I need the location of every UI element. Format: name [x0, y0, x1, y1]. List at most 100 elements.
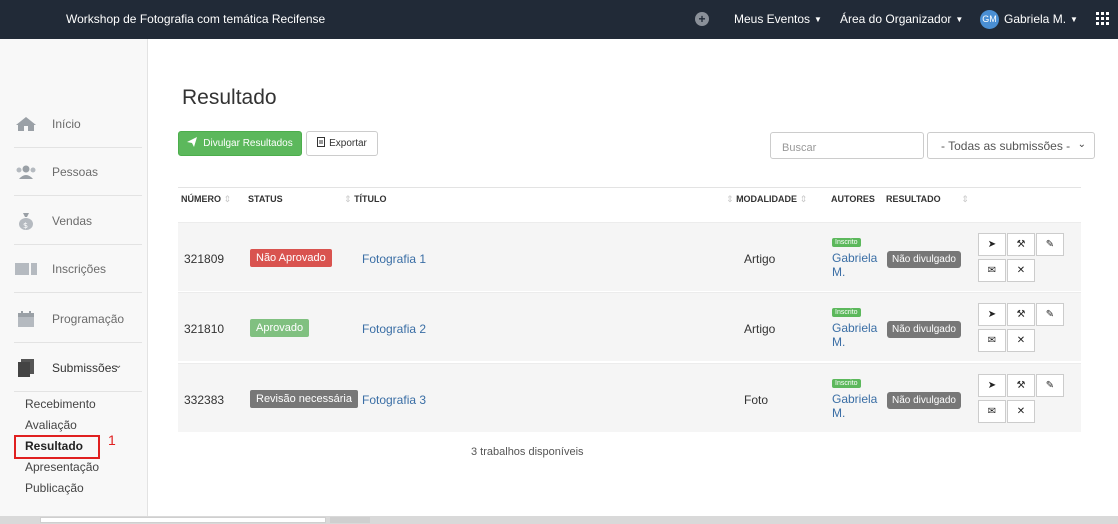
- caret-down-icon: ▼: [814, 15, 822, 24]
- col-numero-label: NÚMERO: [181, 194, 221, 204]
- sidebar-item-vendas[interactable]: $ Vendas: [14, 197, 142, 245]
- author-last: M.: [832, 265, 846, 279]
- gavel-icon[interactable]: ⚒: [1007, 303, 1035, 326]
- submenu-item-apresentacao[interactable]: Apresentação: [25, 457, 99, 478]
- table-top-border: [178, 187, 1081, 188]
- sidebar-item-submissoes[interactable]: Submissões ⌄: [14, 344, 142, 392]
- col-modalidade[interactable]: ⇕ MODALIDADE ⇕: [726, 194, 807, 205]
- add-icon[interactable]: +: [695, 12, 709, 26]
- envelope-icon[interactable]: ✉: [978, 400, 1006, 423]
- sort-icon: ⇕: [344, 194, 352, 204]
- area-organizador-label: Área do Organizador: [840, 12, 952, 26]
- close-icon[interactable]: ✕: [1007, 259, 1035, 282]
- col-numero[interactable]: NÚMERO ⇕: [181, 194, 231, 205]
- calendar-icon: [14, 310, 38, 328]
- row-title-link[interactable]: Fotografia 3: [362, 393, 426, 407]
- divulgar-resultados-button[interactable]: Divulgar Resultados: [178, 131, 302, 156]
- meus-eventos-label: Meus Eventos: [734, 12, 811, 26]
- paper-plane-icon: [187, 137, 198, 150]
- row-modalidade: Foto: [744, 393, 769, 407]
- sidebar-item-label: Submissões: [52, 360, 118, 375]
- exportar-button[interactable]: Exportar: [306, 131, 378, 156]
- svg-text:$: $: [23, 221, 28, 230]
- submenu-item-avaliacao[interactable]: Avaliação: [25, 415, 99, 436]
- col-autores-label: AUTORES: [831, 194, 875, 204]
- pencil-icon[interactable]: ✎: [1036, 303, 1064, 326]
- sidebar-item-label: Vendas: [52, 213, 93, 228]
- row-modalidade: Artigo: [744, 252, 776, 266]
- sort-icon: ⇕: [223, 194, 232, 204]
- sort-icon: ⇕: [799, 194, 808, 204]
- home-icon: [14, 115, 38, 133]
- avatar[interactable]: GM: [980, 10, 999, 29]
- chevron-down-icon[interactable]: ⌄: [114, 360, 122, 371]
- pencil-icon[interactable]: ✎: [1036, 374, 1064, 397]
- envelope-icon[interactable]: ✉: [978, 329, 1006, 352]
- close-icon[interactable]: ✕: [1007, 400, 1035, 423]
- resultado-badge: Não divulgado: [887, 251, 961, 268]
- author-link[interactable]: Gabriela M.: [832, 251, 877, 279]
- gavel-icon[interactable]: ⚒: [1007, 374, 1035, 397]
- row-title-link[interactable]: Fotografia 2: [362, 322, 426, 336]
- row-numero: 321810: [184, 322, 225, 336]
- caret-down-icon: ▼: [955, 15, 964, 24]
- author-link[interactable]: Gabriela M.: [832, 392, 877, 420]
- author-first: Gabriela: [832, 392, 878, 406]
- send-icon[interactable]: ➤: [978, 303, 1006, 326]
- money-bag-icon: $: [14, 212, 38, 230]
- author-last: M.: [832, 406, 846, 420]
- meus-eventos-menu[interactable]: Meus Eventos ▼: [734, 12, 822, 26]
- row-title-link[interactable]: Fotografia 1: [362, 252, 426, 266]
- col-titulo[interactable]: ⇕ TÍTULO: [344, 194, 387, 205]
- event-title[interactable]: Workshop de Fotografia com temática Reci…: [66, 12, 325, 26]
- apps-grid-icon[interactable]: [1096, 12, 1109, 25]
- col-status-label: STATUS: [248, 194, 283, 204]
- author-link[interactable]: Gabriela M.: [832, 321, 877, 349]
- divulgar-label: Divulgar Resultados: [203, 138, 293, 149]
- submission-filter-select[interactable]: - Todas as submissões - ⌄: [927, 132, 1095, 159]
- submenu-item-publicacao[interactable]: Publicação: [25, 478, 99, 499]
- send-icon[interactable]: ➤: [978, 233, 1006, 256]
- status-badge: Não Aprovado: [250, 249, 332, 267]
- chevron-down-icon: ⌄: [1077, 139, 1086, 150]
- inscrito-badge: Inscrito: [832, 379, 861, 388]
- inscrito-badge: Inscrito: [832, 238, 861, 247]
- sidebar-item-label: Pessoas: [52, 164, 99, 179]
- envelope-icon[interactable]: ✉: [978, 259, 1006, 282]
- horizontal-scrollbar[interactable]: [0, 516, 1118, 524]
- sort-icon: ⇕: [726, 194, 734, 204]
- gavel-icon[interactable]: ⚒: [1007, 233, 1035, 256]
- table-row: 321810 Aprovado Fotografia 2 Artigo Insc…: [178, 292, 1081, 361]
- author-last: M.: [832, 335, 846, 349]
- filter-selected-value: - Todas as submissões -: [941, 139, 1071, 153]
- submenu-item-recebimento[interactable]: Recebimento: [25, 394, 99, 415]
- author-first: Gabriela: [832, 251, 878, 265]
- user-menu[interactable]: Gabriela M. ▼: [1004, 12, 1078, 26]
- row-numero: 332383: [184, 393, 225, 407]
- author-first: Gabriela: [832, 321, 878, 335]
- people-icon: [14, 163, 38, 181]
- pencil-icon[interactable]: ✎: [1036, 233, 1064, 256]
- document-icon: [14, 358, 38, 377]
- row-numero: 321809: [184, 252, 225, 266]
- close-icon[interactable]: ✕: [1007, 329, 1035, 352]
- page-title: Resultado: [182, 86, 277, 109]
- status-badge: Aprovado: [250, 319, 310, 337]
- col-resultado[interactable]: RESULTADO ⇕: [886, 194, 969, 205]
- user-name: Gabriela M.: [1004, 12, 1067, 26]
- results-count: 3 trabalhos disponíveis: [471, 446, 584, 458]
- sidebar-item-pessoas[interactable]: Pessoas: [14, 148, 142, 196]
- sidebar-item-inscricoes[interactable]: Inscrições: [14, 245, 142, 293]
- inscrito-badge: Inscrito: [832, 308, 861, 317]
- sidebar-item-programacao[interactable]: Programação: [14, 295, 142, 343]
- col-status[interactable]: STATUS: [248, 194, 283, 204]
- status-badge: Revisão necessária: [250, 390, 358, 408]
- scrollbar-track-segment: [330, 517, 370, 523]
- send-icon[interactable]: ➤: [978, 374, 1006, 397]
- sidebar-item-inicio[interactable]: Início: [14, 100, 142, 148]
- search-input[interactable]: Buscar: [770, 132, 924, 159]
- area-organizador-menu[interactable]: Área do Organizador ▼: [840, 12, 963, 26]
- exportar-label: Exportar: [329, 138, 367, 149]
- highlight-box: [14, 435, 100, 459]
- scrollbar-thumb[interactable]: [40, 517, 326, 523]
